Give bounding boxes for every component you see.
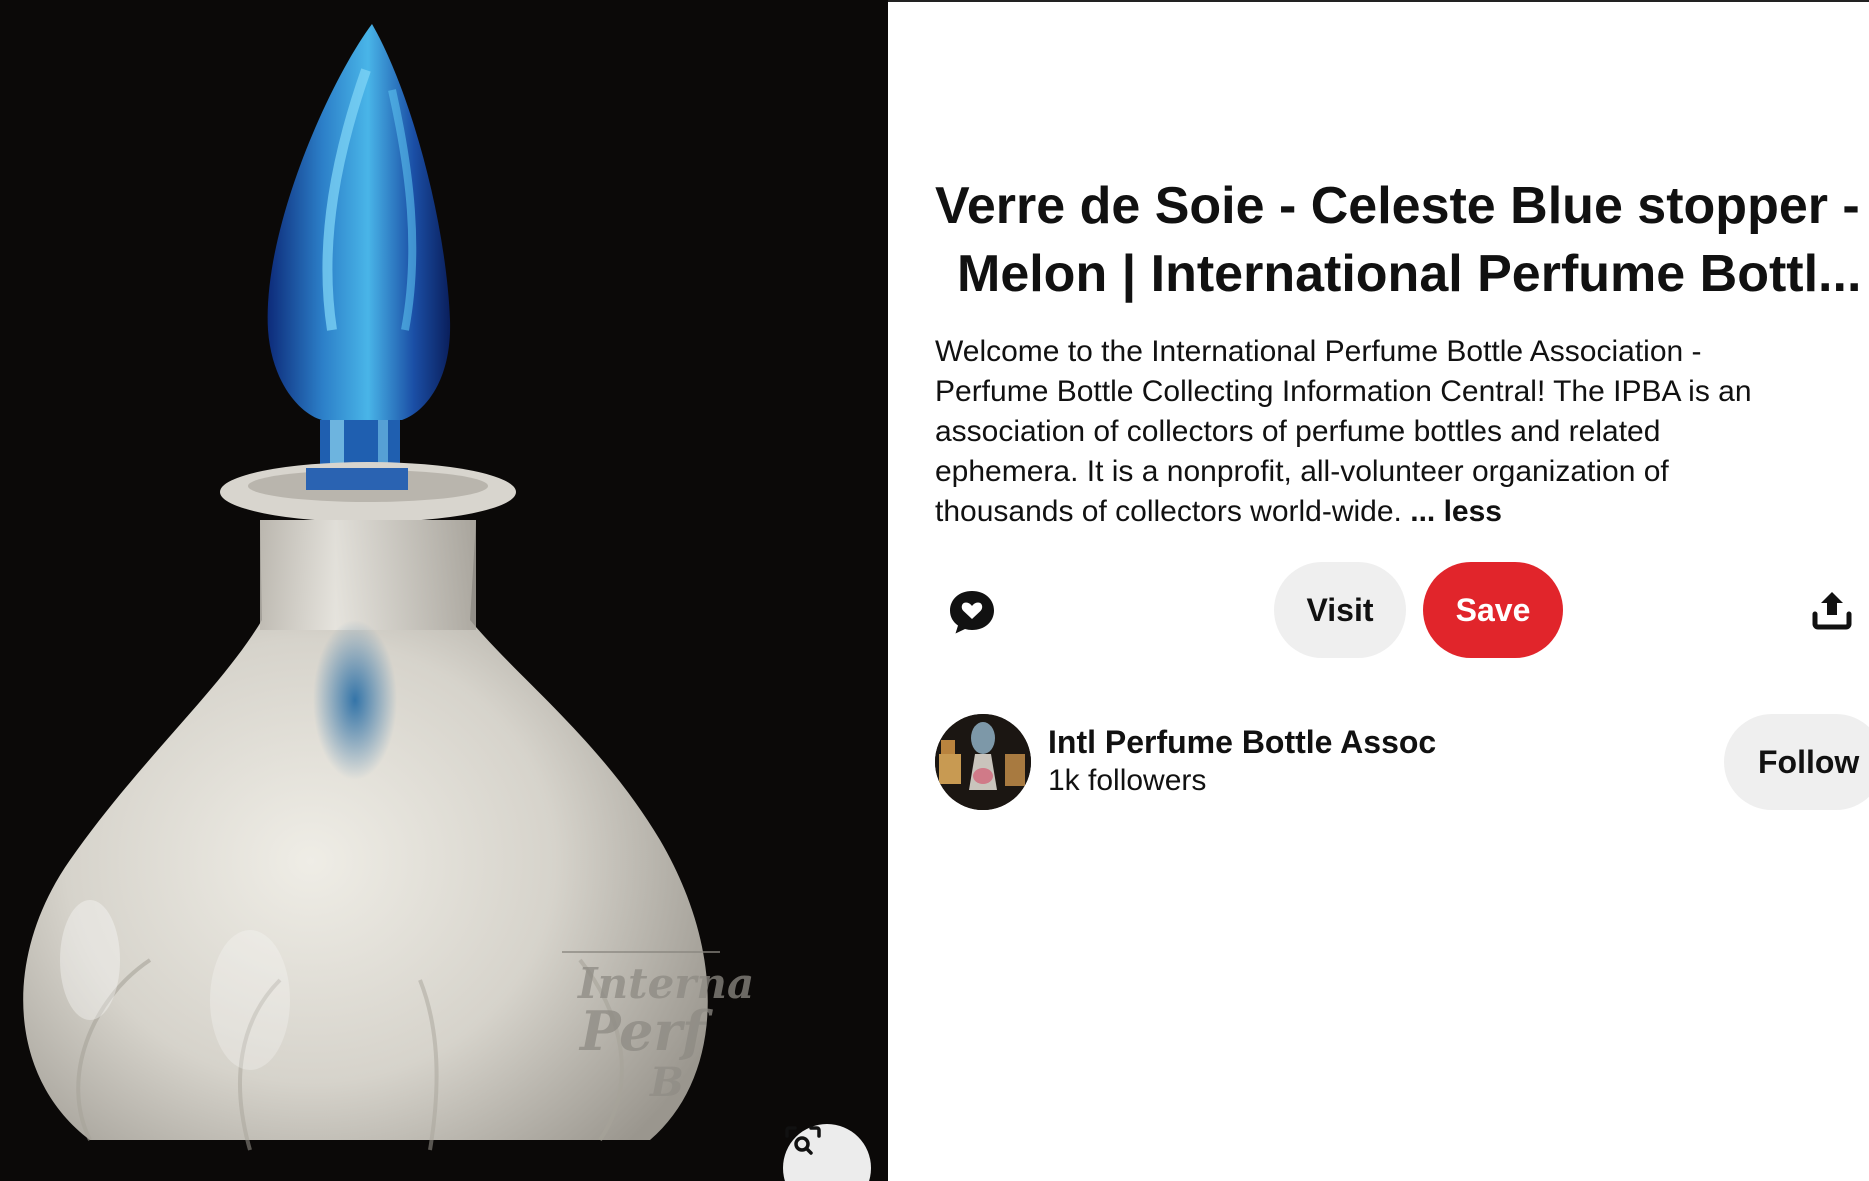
visit-button[interactable]: Visit bbox=[1274, 562, 1406, 658]
follow-button[interactable]: Follow bbox=[1724, 714, 1869, 810]
share-upload-icon bbox=[1812, 592, 1852, 630]
top-divider bbox=[888, 0, 1869, 2]
comment-react-button[interactable] bbox=[944, 584, 1000, 640]
save-button[interactable]: Save bbox=[1423, 562, 1563, 658]
pin-detail-page: Interna Perf B Verre de Soie - Celeste B… bbox=[0, 0, 1869, 1181]
pin-title: Verre de Soie - Celeste Blue stopper - M… bbox=[935, 172, 1869, 308]
visual-search-icon bbox=[785, 1126, 821, 1155]
watermark-line-2: Perf bbox=[578, 999, 713, 1063]
heart-speech-bubble-icon bbox=[950, 591, 994, 634]
less-link[interactable]: ... less bbox=[1410, 495, 1502, 528]
description-line: Perfume Bottle Collecting Information Ce… bbox=[935, 375, 1752, 408]
creator-name[interactable]: Intl Perfume Bottle Assoc bbox=[1048, 724, 1436, 761]
pin-title-line-2: Melon | International Perfume Bottl... bbox=[957, 245, 1862, 303]
pin-description: Welcome to the International Perfume Bot… bbox=[935, 332, 1840, 532]
description-line-last: thousands of collectors world-wide. ... … bbox=[935, 492, 1840, 532]
description-line: ephemera. It is a nonprofit, all-volunte… bbox=[935, 455, 1669, 488]
perfume-bottle-image: Interna Perf B bbox=[23, 24, 754, 1151]
watermark-line-3: B bbox=[649, 1059, 684, 1106]
creator-follower-count: 1k followers bbox=[1048, 764, 1207, 797]
pin-details-panel: Verre de Soie - Celeste Blue stopper - M… bbox=[888, 0, 1869, 1181]
pin-image[interactable]: Interna Perf B bbox=[0, 0, 888, 1181]
description-line: association of collectors of perfume bot… bbox=[935, 415, 1661, 448]
avatar-image bbox=[935, 714, 1031, 810]
share-button[interactable] bbox=[1806, 584, 1858, 636]
description-line-text: thousands of collectors world-wide. bbox=[935, 495, 1402, 528]
description-line: Welcome to the International Perfume Bot… bbox=[935, 335, 1702, 368]
pin-title-line-1: Verre de Soie - Celeste Blue stopper - bbox=[935, 177, 1860, 235]
creator-avatar[interactable] bbox=[935, 714, 1031, 810]
